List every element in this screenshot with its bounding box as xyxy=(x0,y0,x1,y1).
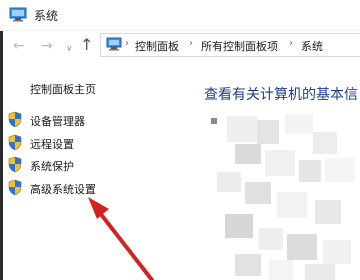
arrow-right-icon[interactable]: → xyxy=(41,37,53,55)
shield-icon xyxy=(8,111,22,128)
sidebar-item-label: 远程设置 xyxy=(30,138,74,151)
shield-icon xyxy=(8,156,22,173)
breadcrumb-separator: › xyxy=(289,38,293,49)
title-bar: 系统 xyxy=(0,0,360,31)
sidebar-item-label: 系统保护 xyxy=(30,160,74,173)
breadcrumb-all-items[interactable]: 所有控制面板项 xyxy=(201,38,278,54)
control-panel-icon xyxy=(106,37,122,51)
sidebar-item-label: 设备管理器 xyxy=(30,115,85,128)
arrow-left-icon[interactable]: ← xyxy=(13,37,25,55)
chevron-down-icon[interactable]: ∨ xyxy=(66,40,73,58)
shield-icon xyxy=(8,179,22,196)
breadcrumb-control-panel[interactable]: 控制面板 xyxy=(135,38,179,54)
sidebar-home-link[interactable]: 控制面板主页 xyxy=(30,81,96,97)
pixelated-info-area xyxy=(205,110,360,280)
address-bar[interactable]: › 控制面板 › 所有控制面板项 › 系统 xyxy=(100,33,360,57)
breadcrumb-separator: › xyxy=(125,38,129,49)
window-title: 系统 xyxy=(34,9,59,23)
system-control-panel-icon xyxy=(9,7,27,22)
arrow-up-icon[interactable]: ↑ xyxy=(80,36,93,54)
sidebar-item-label: 高级系统设置 xyxy=(30,183,96,196)
breadcrumb-separator: › xyxy=(189,38,193,49)
window-left-edge xyxy=(0,30,3,280)
page-heading: 查看有关计算机的基本信 xyxy=(204,87,358,103)
shield-icon xyxy=(8,134,22,151)
breadcrumb-system[interactable]: 系统 xyxy=(301,38,323,54)
